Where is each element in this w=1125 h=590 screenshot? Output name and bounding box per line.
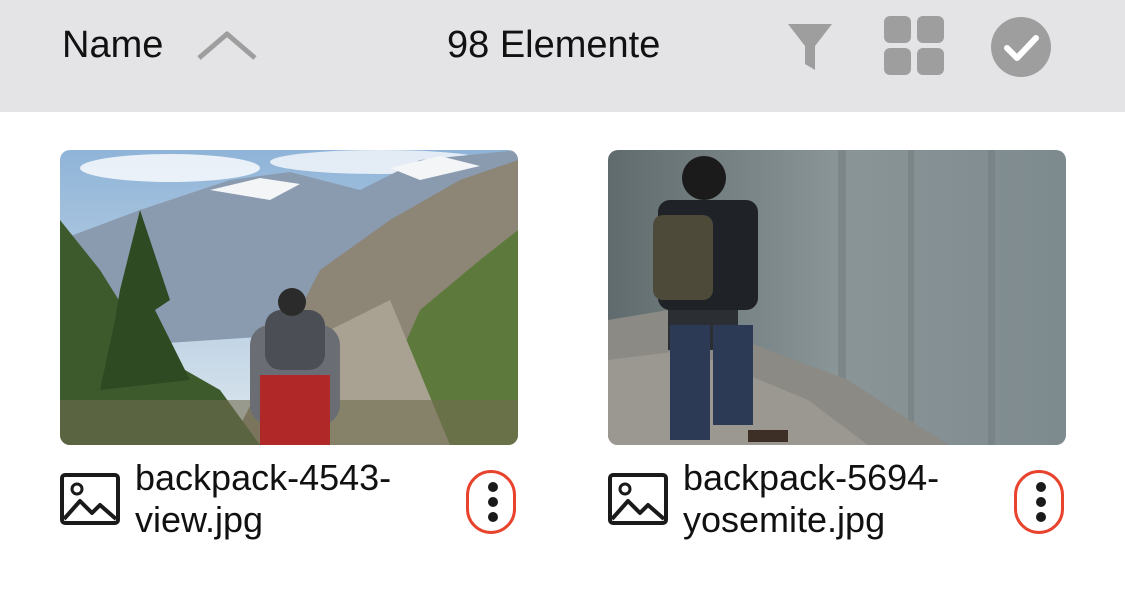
more-options-button[interactable] — [466, 470, 516, 534]
select-check-icon[interactable] — [990, 16, 1052, 78]
image-file-icon — [60, 473, 120, 525]
file-name-line2: yosemite.jpg — [683, 499, 886, 540]
grid-view-icon[interactable] — [884, 16, 946, 76]
more-options-button[interactable] — [1014, 470, 1064, 534]
file-info-row: backpack-5694- yosemite.jpg — [608, 445, 1066, 565]
file-name-line1: backpack-5694- — [683, 457, 940, 498]
image-thumbnail[interactable] — [60, 150, 518, 445]
filter-icon[interactable] — [788, 22, 832, 72]
file-card[interactable]: backpack-5694- yosemite.jpg — [608, 150, 1066, 565]
more-vertical-icon — [1036, 482, 1046, 492]
mountain-photo — [60, 150, 518, 445]
more-vertical-icon — [488, 482, 498, 492]
sort-label[interactable]: Name — [62, 24, 163, 67]
image-thumbnail[interactable] — [608, 150, 1066, 445]
item-count: 98 Elemente — [447, 24, 661, 66]
file-name-line2: view.jpg — [135, 499, 264, 540]
chevron-up-icon[interactable] — [196, 30, 258, 64]
file-name-line1: backpack-4543- — [135, 457, 392, 498]
file-name: backpack-5694- yosemite.jpg — [683, 457, 983, 541]
cliff-photo — [608, 150, 1066, 445]
image-file-icon — [608, 473, 668, 525]
file-name: backpack-4543- view.jpg — [135, 457, 435, 541]
toolbar: Name 98 Elemente — [0, 0, 1125, 112]
file-card[interactable]: backpack-4543- view.jpg — [60, 150, 518, 565]
file-info-row: backpack-4543- view.jpg — [60, 445, 518, 565]
